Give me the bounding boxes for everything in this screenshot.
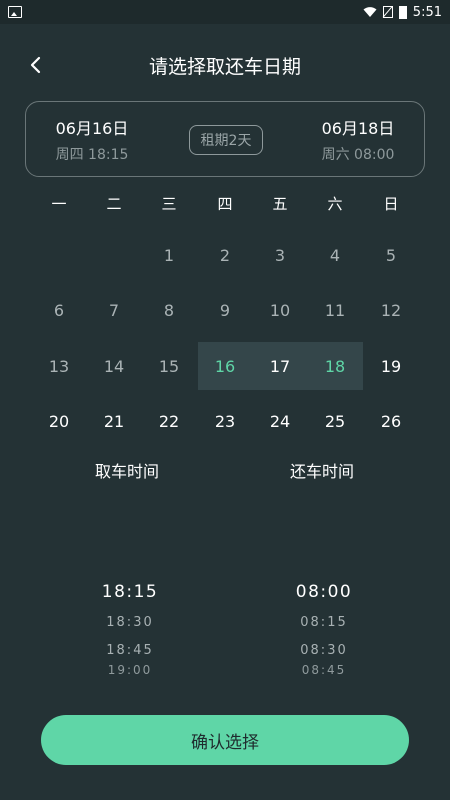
- weekday-label: 六: [327, 195, 343, 213]
- calendar-day[interactable]: 16: [198, 342, 253, 390]
- weekday-label: 日: [383, 195, 399, 213]
- status-time: 5:51: [412, 4, 442, 20]
- weekday-header: 一二三四五六日: [31, 193, 419, 219]
- weekday-label: 三: [161, 195, 177, 213]
- return-time-option[interactable]: 08:45: [264, 665, 384, 675]
- pickup-summary: 06月16日 周四 18:15: [32, 118, 152, 164]
- return-time-option[interactable]: 08:30: [264, 637, 384, 665]
- time-labels: 取车时间 还车时间: [0, 458, 450, 482]
- return-date: 06月18日: [321, 119, 395, 138]
- calendar-day[interactable]: 24: [253, 397, 308, 445]
- calendar-day: 14: [103, 356, 125, 376]
- rental-duration-badge: 租期2天: [189, 125, 263, 155]
- calendar-day[interactable]: 23: [198, 397, 253, 445]
- calendar-day: 7: [108, 300, 120, 320]
- rental-range-summary: 06月16日 周四 18:15 租期2天 06月18日 周六 08:00: [25, 101, 425, 177]
- calendar-day[interactable]: 18: [308, 342, 363, 390]
- calendar-day[interactable]: 21: [87, 397, 142, 445]
- return-weekday-time: 周六 08:00: [321, 147, 395, 163]
- pickup-time-selected[interactable]: 18:15: [70, 575, 190, 609]
- weekday-label: 四: [217, 195, 233, 213]
- return-time-selected[interactable]: 08:00: [264, 575, 384, 609]
- return-time-wheel[interactable]: 08:00 08:15 08:30 08:45: [264, 575, 384, 675]
- pickup-time-wheel[interactable]: 18:15 18:30 18:45 19:00: [70, 575, 190, 675]
- pickup-date: 06月16日: [55, 119, 129, 138]
- pickup-time-label: 取车时间: [94, 462, 159, 481]
- battery-icon: [398, 5, 407, 19]
- calendar-day: 13: [48, 356, 70, 376]
- weekday-label: 二: [106, 195, 122, 213]
- calendar-day: 8: [163, 300, 175, 320]
- calendar-grid: 1 2 3 4 5 6 7 8 9 10 11 12 13 14 15 16 17 18 19 20 21 22 23 24 2…: [0, 228, 450, 448]
- calendar-day[interactable]: 25: [308, 397, 363, 445]
- calendar-day: 12: [380, 300, 402, 320]
- calendar-day: 15: [158, 356, 180, 376]
- return-time-label: 还车时间: [289, 462, 354, 481]
- return-summary: 06月18日 周六 08:00: [298, 118, 418, 164]
- return-time-option[interactable]: 08:15: [264, 609, 384, 637]
- header: 请选择取还车日期: [0, 40, 450, 90]
- status-bar: 5:51: [0, 0, 450, 24]
- image-notification-icon: [8, 6, 22, 18]
- weekday-label: 一: [51, 195, 67, 213]
- pickup-time-option[interactable]: 18:45: [70, 637, 190, 665]
- calendar-day: 3: [274, 245, 286, 265]
- page-title: 请选择取还车日期: [148, 55, 301, 78]
- calendar-day: 11: [324, 300, 346, 320]
- calendar-day[interactable]: 26: [364, 397, 419, 445]
- calendar-day[interactable]: 22: [142, 397, 197, 445]
- no-sim-icon: [382, 6, 393, 18]
- pickup-time-option[interactable]: 19:00: [70, 665, 190, 675]
- calendar-day[interactable]: 19: [364, 342, 419, 390]
- calendar-day[interactable]: 17: [253, 342, 308, 390]
- calendar-day: 9: [219, 300, 231, 320]
- calendar-day: 10: [269, 300, 291, 320]
- calendar-day: 4: [329, 245, 341, 265]
- calendar-day: 6: [53, 300, 65, 320]
- pickup-weekday-time: 周四 18:15: [55, 147, 129, 163]
- back-arrow-icon[interactable]: [24, 53, 48, 77]
- calendar-day: 1: [163, 245, 175, 265]
- wifi-icon: [363, 7, 377, 17]
- calendar-day: 2: [219, 245, 231, 265]
- calendar-day: 5: [385, 245, 397, 265]
- weekday-label: 五: [272, 195, 288, 213]
- calendar-day[interactable]: 20: [32, 397, 87, 445]
- pickup-time-option[interactable]: 18:30: [70, 609, 190, 637]
- confirm-selection-button[interactable]: 确认选择: [41, 715, 409, 765]
